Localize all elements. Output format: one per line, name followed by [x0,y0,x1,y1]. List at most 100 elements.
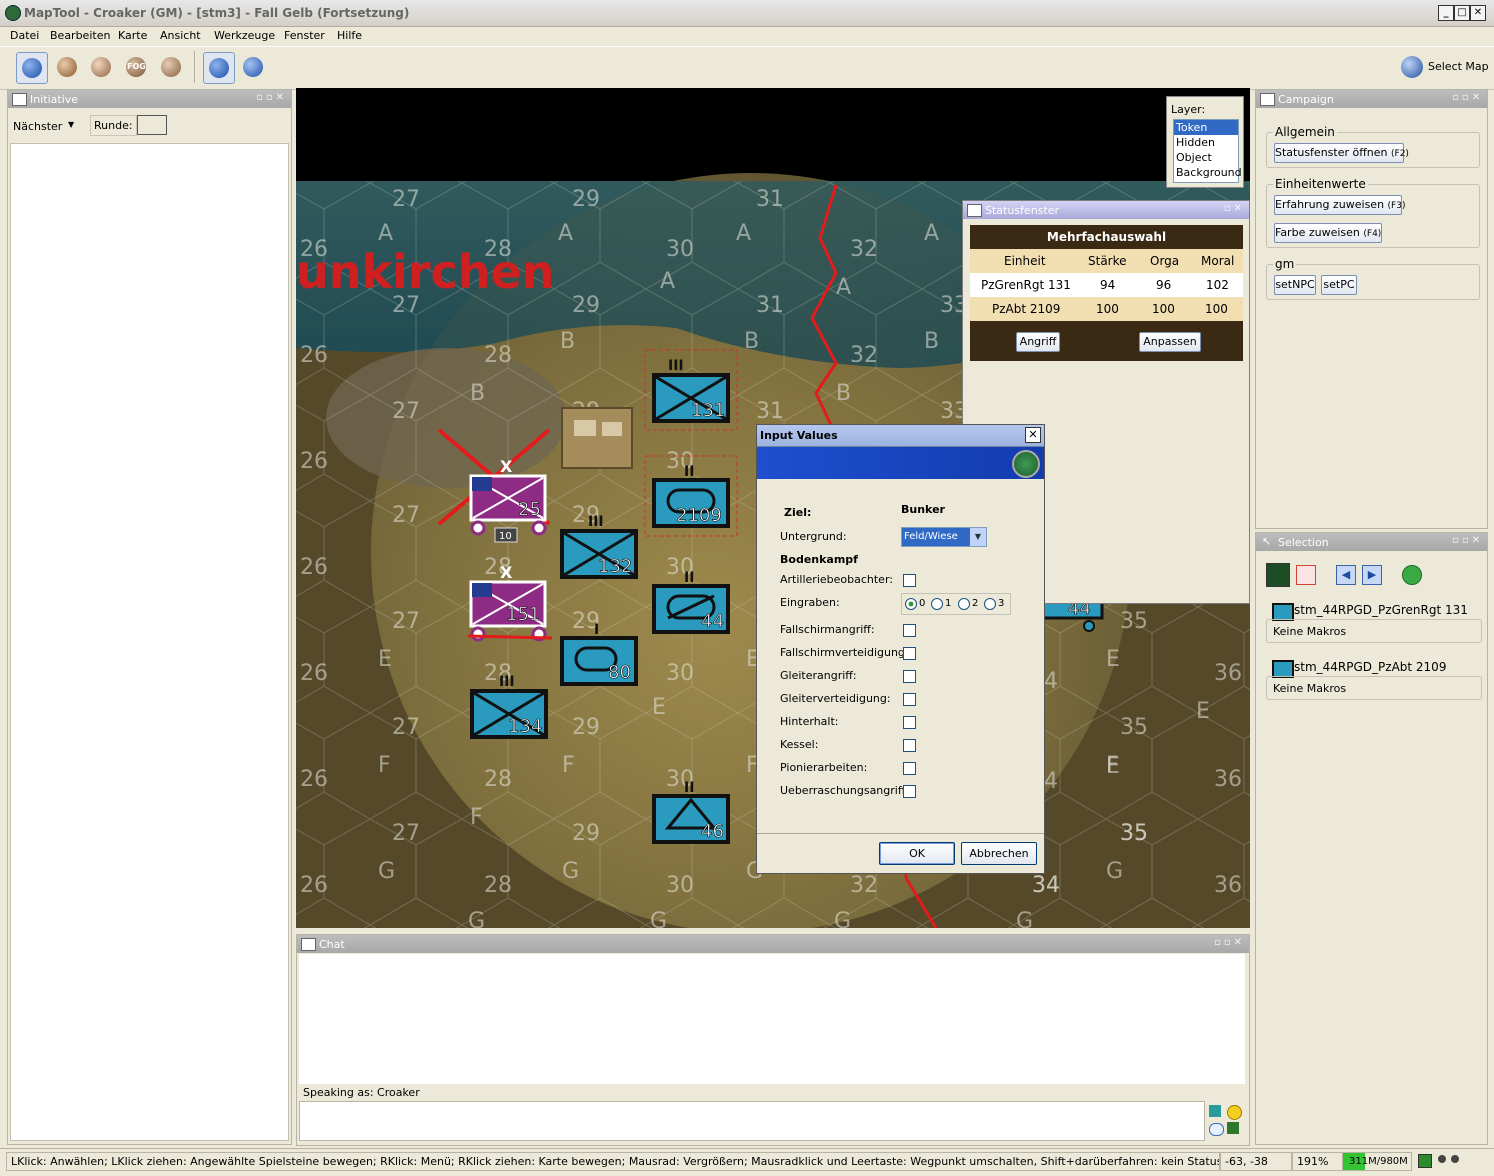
measure-tool-button[interactable] [238,52,268,82]
color-icon[interactable] [1209,1105,1221,1117]
assign-color-button[interactable]: Farbe zuweisen (F4) [1274,223,1382,243]
status-controls-icon[interactable]: ▫✕ [1224,203,1245,214]
layer-list[interactable]: Token Hidden Object Background [1173,119,1242,183]
engineering-checkbox[interactable] [903,762,916,775]
adjust-button[interactable]: Anpassen [1139,332,1201,352]
layer-item-object[interactable]: Object [1174,150,1238,165]
select-icon [209,58,229,78]
dig-in-radio-3[interactable] [984,598,996,610]
previous-icon[interactable]: ◀ [1336,565,1356,585]
menu-bearbeiten[interactable]: Bearbeiten [50,29,110,42]
memory-meter[interactable]: 311M/980M [1342,1152,1412,1171]
deselect-icon[interactable] [1296,565,1316,585]
menu-karte[interactable]: Karte [118,29,147,42]
initiative-titlebar: Initiative ▫▫✕ [8,90,291,108]
maximize-button[interactable]: □ [1454,5,1470,21]
cell-strength: 94 [1100,278,1116,292]
select-map-button[interactable]: Select Map [1428,60,1489,73]
building-token[interactable] [561,407,633,469]
unit-number: 131 [691,400,725,421]
dig-in-radio-0[interactable] [905,598,917,610]
template-tool-button[interactable] [86,52,116,82]
marker-number: 10 [499,531,512,542]
glider-defense-checkbox[interactable] [903,693,916,706]
dig-in-radio-1[interactable] [931,598,943,610]
hex-label: F [378,753,391,778]
ground-label: Untergrund: [780,530,847,543]
globe-icon[interactable] [1401,56,1423,78]
glider-attack-checkbox[interactable] [903,670,916,683]
set-npc-button[interactable]: setNPC [1274,275,1316,295]
panel-controls-icon[interactable]: ▫▫✕ [1452,92,1483,103]
open-status-button[interactable]: Statusfenster öffnen (F2) [1274,143,1409,163]
menu-fenster[interactable]: Fenster [284,29,325,42]
section-title: Bodenkampf [780,553,858,566]
chevron-down-icon[interactable]: ▼ [970,528,986,546]
artillery-checkbox[interactable] [903,574,916,587]
para-defense-checkbox[interactable] [903,647,916,660]
set-pc-button[interactable]: setPC [1321,275,1357,295]
chat-log[interactable] [299,954,1245,1084]
menu-datei[interactable]: Datei [10,29,39,42]
next-button[interactable]: Nächster [13,120,62,133]
panel-controls-icon[interactable]: ▫▫✕ [256,92,287,103]
artillery-label: Artilleriebeobachter: [780,573,893,586]
flag-icon[interactable] [1227,1122,1239,1134]
smiley-icon[interactable] [1227,1105,1242,1120]
layer-item-background[interactable]: Background [1174,165,1242,180]
panel-controls-icon[interactable]: ▫▫✕ [1214,937,1245,948]
hex-label: 28 [484,873,512,898]
hex-label: 26 [300,555,328,580]
vision-tool-button[interactable] [156,52,186,82]
select-tool-button[interactable] [203,52,235,84]
cell-morale: 100 [1205,302,1228,316]
layer-item-token[interactable]: Token [1174,120,1238,135]
cancel-button[interactable]: Abbrechen [961,842,1037,865]
select-all-icon[interactable] [1266,563,1290,587]
ok-button[interactable]: OK [879,842,955,865]
round-field[interactable] [137,115,167,135]
surprise-checkbox[interactable] [903,785,916,798]
hex-label: G [650,909,667,928]
hex-label: 27 [392,399,420,424]
panel-controls-icon[interactable]: ▫▫✕ [1452,535,1483,546]
chat-input[interactable] [299,1101,1205,1141]
ambush-checkbox[interactable] [903,716,916,729]
macro-box: Keine Makros [1266,619,1482,643]
para-attack-checkbox[interactable] [903,624,916,637]
hex-label: B [744,329,759,354]
unit-echelon: III [499,674,515,690]
close-window-button[interactable]: ✕ [1470,5,1486,21]
menu-ansicht[interactable]: Ansicht [160,29,201,42]
dialog-title: Input Values [760,429,838,442]
hex-label: E [378,647,392,672]
menu-werkzeuge[interactable]: Werkzeuge [214,29,275,42]
unit-number: 25 [518,499,541,520]
selection-item-name: stm_44RPGD_PzGrenRgt 131 [1294,603,1468,617]
table-row[interactable]: PzAbt 2109 100 100 100 [970,297,1243,321]
dialog-close-button[interactable]: ✕ [1025,427,1041,443]
dig-in-option-0: 0 [919,598,926,609]
minimize-button[interactable]: _ [1438,5,1454,21]
next-icon[interactable]: ▶ [1362,565,1382,585]
dig-in-radio-2[interactable] [958,598,970,610]
pocket-checkbox[interactable] [903,739,916,752]
chevron-down-icon[interactable]: ▼ [68,120,74,129]
unit-echelon: III [668,358,684,374]
marker-10[interactable]: 10 [494,527,518,543]
fog-tool-button[interactable]: FOG [121,52,151,82]
table-row[interactable]: PzGrenRgt 131 94 96 102 [970,273,1243,297]
menu-hilfe[interactable]: Hilfe [337,29,362,42]
speech-bubble-icon[interactable] [1209,1123,1224,1136]
ground-select[interactable]: Feld/Wiese ▼ [901,527,987,547]
refresh-icon[interactable] [1402,565,1422,585]
status-titlebar: Statusfenster ▫✕ [963,201,1249,219]
assign-experience-button[interactable]: Erfahrung zuweisen (F3) [1274,195,1405,215]
pointer-tool-button[interactable] [16,52,48,84]
layer-item-hidden[interactable]: Hidden [1174,135,1238,150]
draw-tool-button[interactable] [52,52,82,82]
hex-label: B [470,381,485,406]
initiative-list[interactable] [10,143,289,1141]
attack-button[interactable]: Angriff [1016,332,1060,352]
hex-label: 28 [484,343,512,368]
